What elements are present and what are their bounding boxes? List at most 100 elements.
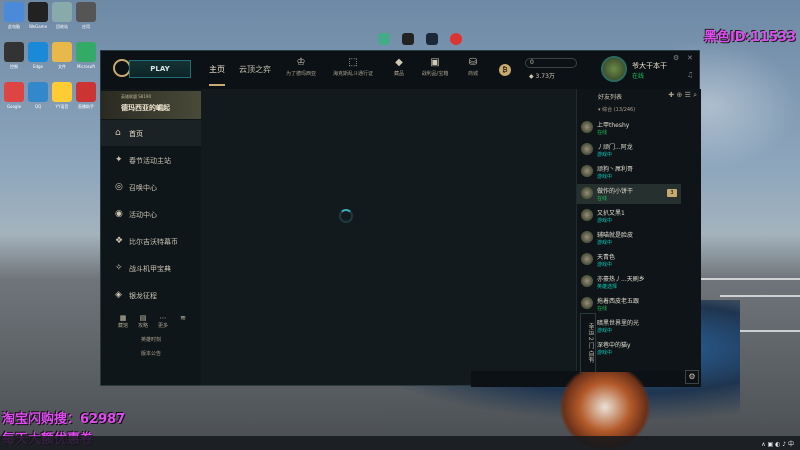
dragon-icon: ◈ bbox=[115, 290, 122, 300]
tab-home[interactable]: 主页 bbox=[209, 64, 225, 86]
system-tray[interactable]: ∧ ▣ ◐ ♪ 中 bbox=[761, 439, 794, 448]
friend-name: 做作的小饼干 bbox=[597, 188, 634, 195]
friend-status: 游戏中 bbox=[597, 174, 613, 180]
gallery-icon: ▦ bbox=[119, 314, 127, 322]
desktop-icon[interactable] bbox=[76, 2, 96, 22]
friend-status: 在线 bbox=[597, 130, 608, 136]
side-tab[interactable]: 幸运 2 门 自有 bbox=[580, 313, 596, 373]
friend-name: 又扒又黑1 bbox=[597, 210, 625, 217]
wifi-icon: ≋ bbox=[180, 314, 186, 322]
friend-row[interactable]: 天青色 游戏中 bbox=[577, 250, 681, 270]
sidebar-item-event[interactable]: ✦ 春节活动主站 bbox=[101, 147, 201, 173]
app-icon[interactable] bbox=[402, 33, 414, 45]
desktop-icon[interactable] bbox=[28, 82, 48, 102]
friend-row[interactable]: 顽狗丶屌利哥 游戏中 bbox=[577, 162, 681, 182]
client-topbar: PLAY 主页 云顶之弈 ♔ 为了德玛西亚 ⬚ 海克斯乱斗通行证 ◆ 藏品 ▣ … bbox=[101, 51, 699, 90]
road-line bbox=[700, 278, 800, 280]
desktop-icon[interactable] bbox=[4, 42, 24, 62]
league-client-window: PLAY 主页 云顶之弈 ♔ 为了德玛西亚 ⬚ 海克斯乱斗通行证 ◆ 藏品 ▣ … bbox=[100, 50, 701, 387]
desktop-icon-label: 回收站 bbox=[56, 24, 68, 29]
profile-avatar[interactable] bbox=[601, 56, 627, 82]
bell-icon[interactable]: ♫ bbox=[687, 71, 693, 79]
friend-status: 游戏中 bbox=[597, 328, 613, 334]
mini-wifi[interactable]: ≋ bbox=[173, 314, 193, 322]
friend-name: 天青色 bbox=[597, 254, 616, 261]
event-icon: ✦ bbox=[115, 155, 123, 165]
main-content-area bbox=[201, 89, 576, 385]
desktop-icon[interactable] bbox=[52, 2, 72, 22]
desktop-icon[interactable] bbox=[28, 2, 48, 22]
sidebar-item-dragon[interactable]: ◈ 银龙征程 bbox=[101, 282, 201, 308]
friend-row[interactable]: 上甲theshy 在线 bbox=[577, 118, 681, 138]
friend-status: 在线 bbox=[597, 306, 608, 312]
add-group-icon[interactable]: ⊕ bbox=[676, 91, 682, 99]
mini-guide[interactable]: ▤ 攻略 bbox=[133, 314, 153, 329]
nav-store[interactable]: ⛁ 商城 bbox=[443, 57, 503, 77]
play-button[interactable]: PLAY bbox=[129, 60, 191, 78]
desktop-icon[interactable] bbox=[52, 82, 72, 102]
desktop-icon[interactable] bbox=[76, 82, 96, 102]
friend-status: 英雄选择 bbox=[597, 284, 618, 290]
link-hero-moments[interactable]: 英雄时刻 bbox=[101, 336, 201, 343]
loading-spinner bbox=[339, 209, 353, 223]
friend-name: 上甲theshy bbox=[597, 122, 630, 129]
settings-icon[interactable]: ⚙ bbox=[673, 54, 679, 62]
desktop-icon-label: 应用 bbox=[82, 24, 90, 29]
app-icon[interactable] bbox=[450, 33, 462, 45]
trophy-icon: ♔ bbox=[296, 57, 306, 68]
friend-row[interactable]: 拖着西皮老五跟 在线 bbox=[577, 294, 681, 314]
close-icon[interactable]: ✕ bbox=[687, 54, 693, 62]
friend-status: 游戏中 bbox=[597, 350, 613, 356]
list-icon[interactable]: ☰ bbox=[685, 91, 691, 99]
steam-icon[interactable] bbox=[426, 33, 438, 45]
guide-icon: ▤ bbox=[139, 314, 147, 322]
desktop-icon[interactable] bbox=[76, 42, 96, 62]
friend-row[interactable]: 又扒又黑1 游戏中 bbox=[577, 206, 681, 226]
sidebar-item-coin[interactable]: ❖ 比尔吉沃特幕币 bbox=[101, 228, 201, 254]
friend-avatar bbox=[581, 121, 593, 133]
add-friend-icon[interactable]: ✚ bbox=[668, 91, 674, 99]
app-icon[interactable] bbox=[378, 33, 390, 45]
link-patch-notes[interactable]: 版本公告 bbox=[101, 350, 201, 357]
desktop-icon-label: WeGame bbox=[28, 24, 48, 29]
friend-row[interactable]: 辅喵就是脸皮 游戏中 bbox=[577, 228, 681, 248]
settings-icon[interactable]: ⚙ bbox=[685, 370, 699, 384]
sidebar-item-activity[interactable]: ◉ 活动中心 bbox=[101, 201, 201, 227]
desktop-icon[interactable] bbox=[52, 42, 72, 62]
friend-avatar bbox=[581, 297, 593, 309]
currency-coin-icon[interactable]: ₿ bbox=[499, 64, 511, 76]
desktop-icon[interactable] bbox=[4, 82, 24, 102]
desktop-icon-label: Microsoft bbox=[76, 64, 96, 69]
summon-icon: ◎ bbox=[115, 182, 123, 192]
sidebar-banner[interactable]: 英雄联盟 S8190 德玛西亚的崛起 bbox=[101, 91, 201, 119]
desktop-icon-label: 此电脑 bbox=[8, 24, 20, 29]
friend-row[interactable]: 丿顽门...阿龙 游戏中 bbox=[577, 140, 681, 160]
promo-line-1: 淘宝闪购搜：62987 bbox=[2, 412, 126, 427]
friend-row[interactable]: 做作的小饼干 在线 3 bbox=[577, 184, 681, 204]
friend-name: 顽狗丶屌利哥 bbox=[597, 166, 634, 173]
profile-name: 爷大干本干 bbox=[632, 62, 667, 70]
desktop-icon[interactable] bbox=[4, 2, 24, 22]
desktop-icon[interactable] bbox=[28, 42, 48, 62]
coin-icon: ❖ bbox=[115, 236, 124, 246]
tab-tft[interactable]: 云顶之弈 bbox=[239, 64, 271, 75]
friends-group-label[interactable]: ▾ 综合 (13/246) bbox=[598, 106, 635, 113]
desktop-icon-label: QQ bbox=[34, 104, 42, 109]
search-icon[interactable]: ⌕ bbox=[693, 91, 697, 99]
desktop-icon-label: Edge bbox=[32, 64, 44, 69]
mini-gallery[interactable]: ▦ 藏馆 bbox=[113, 314, 133, 329]
sidebar-item-home[interactable]: ⌂ 首页 bbox=[101, 120, 201, 146]
friend-status: 游戏中 bbox=[597, 218, 613, 224]
friend-row[interactable]: 亦豪热丿...天刷乡 英雄选择 bbox=[577, 272, 681, 292]
desktop-icon-label: 直播助手 bbox=[78, 104, 94, 109]
desktop-icon-label: 文件 bbox=[58, 64, 66, 69]
friend-avatar bbox=[581, 253, 593, 265]
mini-more[interactable]: ⋯ 更多 bbox=[153, 314, 173, 329]
nav-demacia[interactable]: ♔ 为了德玛西亚 bbox=[271, 57, 331, 77]
sidebar-item-mech[interactable]: ✧ 战斗机甲宝典 bbox=[101, 255, 201, 281]
friend-status: 游戏中 bbox=[597, 240, 613, 246]
friend-status: 在线 bbox=[597, 196, 608, 202]
sidebar-item-summon[interactable]: ◎ 召唤中心 bbox=[101, 174, 201, 200]
home-icon: ⌂ bbox=[115, 128, 121, 138]
desktop-icon-label: 控制 bbox=[10, 64, 18, 69]
